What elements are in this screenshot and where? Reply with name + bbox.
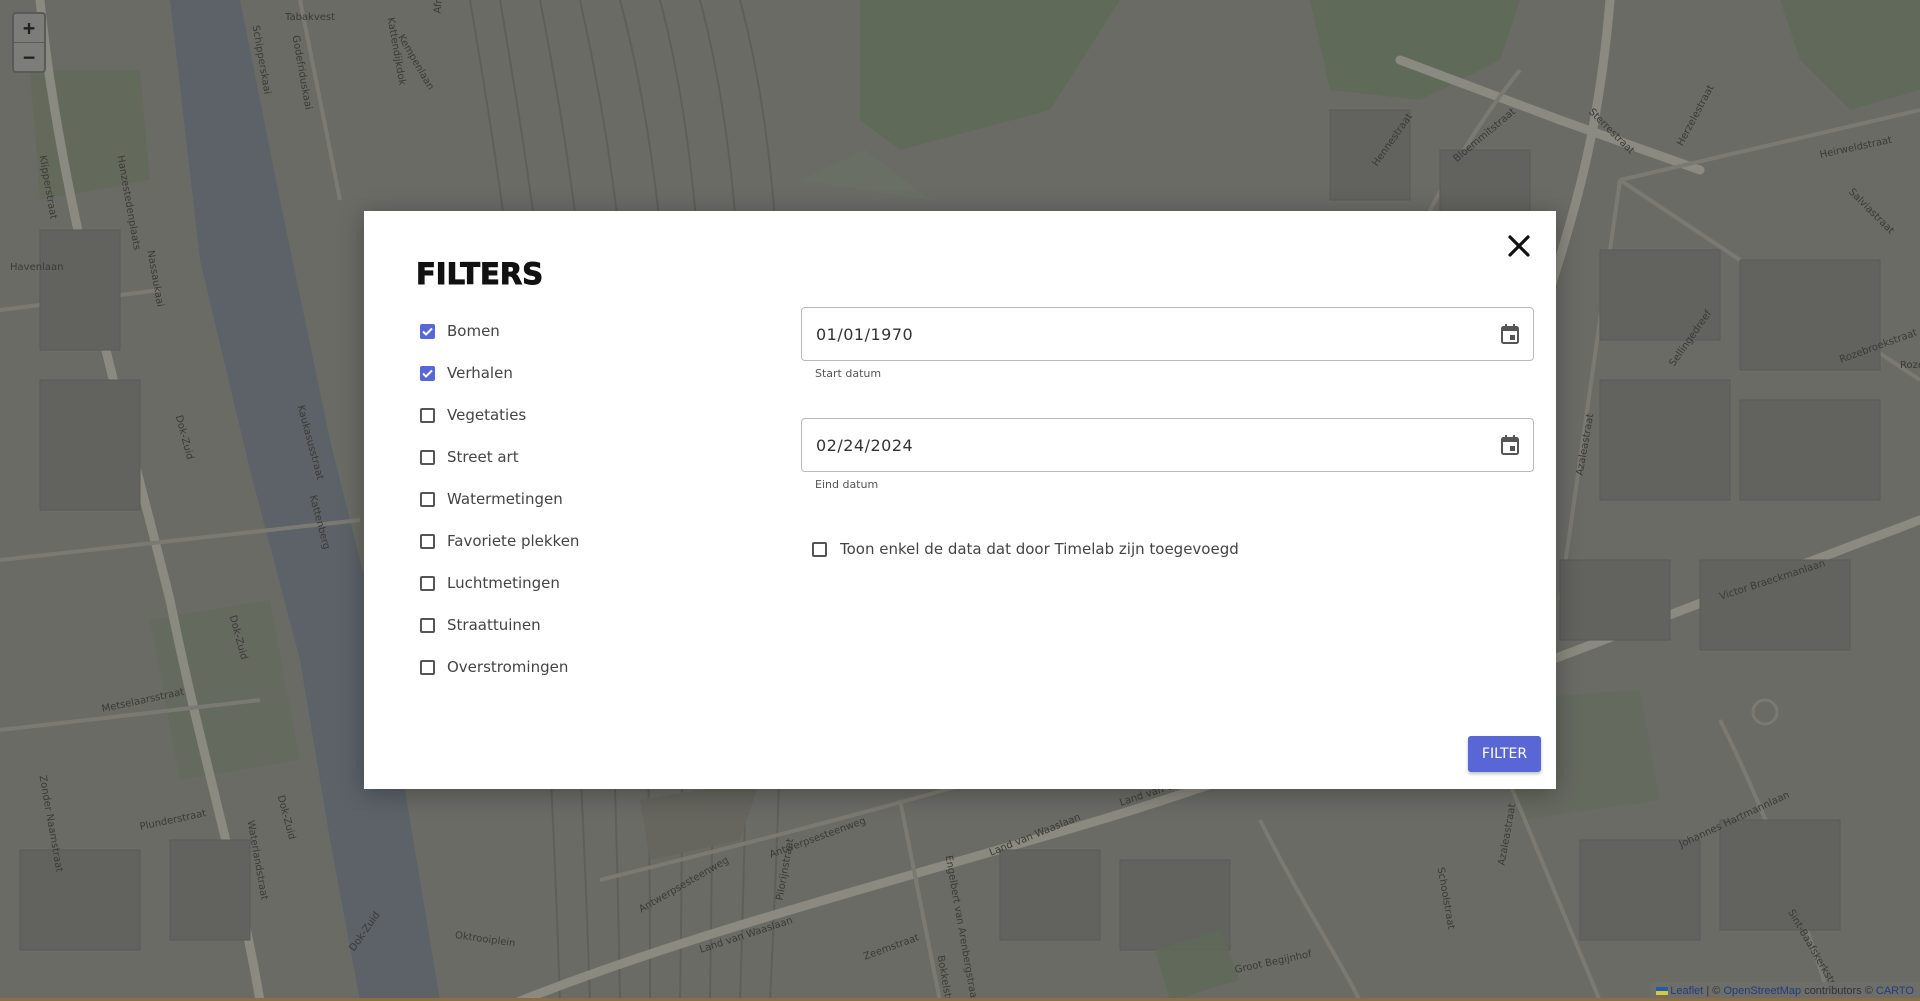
checkmark-icon	[422, 327, 433, 336]
category-item-favoriete-plekken[interactable]: Favoriete plekken	[416, 520, 579, 562]
checkbox[interactable]	[420, 365, 435, 381]
street-label: Roze	[1900, 360, 1920, 371]
end-date-value[interactable]: 02/24/2024	[816, 436, 913, 455]
close-icon	[1508, 235, 1530, 257]
carto-link[interactable]: CARTO	[1876, 985, 1914, 997]
category-item-verhalen[interactable]: Verhalen	[416, 352, 579, 394]
category-label: Favoriete plekken	[447, 532, 580, 550]
attribution-separator: |	[1706, 985, 1710, 997]
dialog-title: FILTERS	[415, 257, 544, 292]
timelab-only-label: Toon enkel de data dat door Timelab zijn…	[840, 540, 1239, 558]
start-date-helper: Start datum	[815, 367, 882, 380]
zoom-out-button[interactable]: −	[14, 42, 44, 71]
filters-dialog: FILTERS Bomen Verhalen Vegetaties Street…	[364, 211, 1556, 789]
street-label: Havenlaan	[10, 262, 64, 273]
calendar-icon[interactable]	[1501, 435, 1519, 455]
checkbox[interactable]	[420, 575, 435, 591]
filter-button[interactable]: FILTER	[1468, 736, 1541, 772]
checkbox[interactable]	[420, 533, 435, 549]
category-label: Luchtmetingen	[447, 574, 560, 592]
osm-link[interactable]: OpenStreetMap	[1723, 985, 1801, 997]
zoom-in-button[interactable]: +	[14, 14, 44, 42]
start-date-value[interactable]: 01/01/1970	[816, 325, 913, 344]
close-button[interactable]	[1504, 231, 1534, 261]
category-label: Straattuinen	[447, 616, 541, 634]
category-label: Verhalen	[447, 364, 513, 382]
category-label: Vegetaties	[447, 406, 527, 424]
checkbox[interactable]	[420, 449, 435, 465]
attribution-contributors: contributors ©	[1804, 985, 1873, 997]
category-label: Street art	[447, 448, 519, 466]
category-item-luchtmetingen[interactable]: Luchtmetingen	[416, 562, 579, 604]
street-label: Tabakvest	[285, 12, 336, 23]
checkbox[interactable]	[420, 491, 435, 507]
checkmark-icon	[422, 369, 433, 378]
attribution-copyright: ©	[1712, 985, 1721, 997]
timelab-only-option[interactable]: Toon enkel de data dat door Timelab zijn…	[812, 540, 1239, 558]
category-item-street-art[interactable]: Street art	[416, 436, 579, 478]
category-label: Bomen	[447, 322, 500, 340]
category-item-watermetingen[interactable]: Watermetingen	[416, 478, 579, 520]
category-item-bomen[interactable]: Bomen	[416, 310, 579, 352]
end-date-helper: Eind datum	[815, 478, 879, 491]
category-label: Watermetingen	[447, 490, 563, 508]
zoom-control[interactable]: + −	[12, 12, 46, 73]
leaflet-link[interactable]: Leaflet	[1670, 985, 1703, 997]
checkbox[interactable]	[420, 407, 435, 423]
category-list: Bomen Verhalen Vegetaties Street art Wat…	[416, 310, 579, 688]
category-item-vegetaties[interactable]: Vegetaties	[416, 394, 579, 436]
checkbox[interactable]	[812, 541, 827, 557]
checkbox[interactable]	[420, 617, 435, 633]
checkbox[interactable]	[420, 323, 435, 339]
calendar-icon[interactable]	[1501, 324, 1519, 344]
category-item-overstromingen[interactable]: Overstromingen	[416, 646, 579, 688]
ukraine-flag-icon	[1656, 987, 1669, 996]
category-label: Overstromingen	[447, 658, 569, 676]
start-date-field[interactable]: 01/01/1970	[801, 307, 1534, 361]
checkbox[interactable]	[420, 659, 435, 675]
category-item-straattuinen[interactable]: Straattuinen	[416, 604, 579, 646]
end-date-field[interactable]: 02/24/2024	[801, 418, 1534, 472]
